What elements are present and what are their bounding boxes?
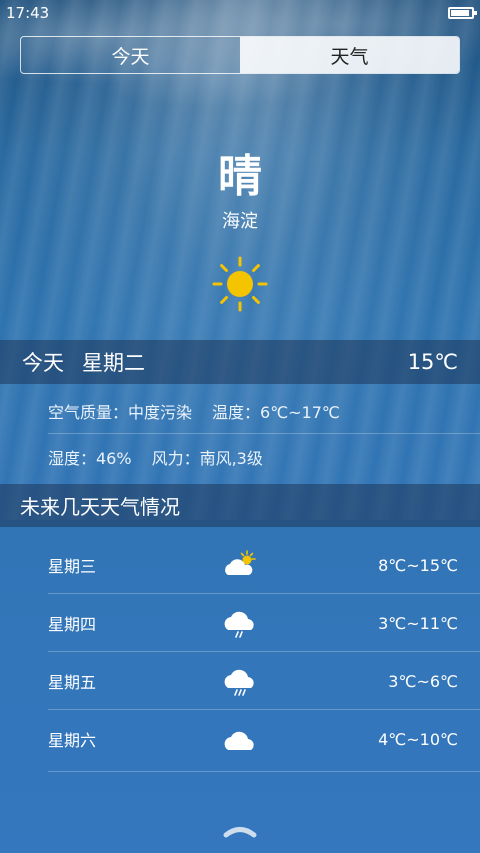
temperature-range: 温度：6℃~17℃ xyxy=(212,403,340,422)
district-name: 海淀 xyxy=(222,211,258,232)
current-temperature: 15℃ xyxy=(407,350,458,374)
detail-row-air: 空气质量：中度污染 温度：6℃~17℃ xyxy=(48,388,458,434)
forecast-day: 星期三 xyxy=(48,557,97,576)
chevron-up-icon[interactable] xyxy=(223,824,257,838)
detail-row-humidity: 湿度：46% 风力：南风,3级 xyxy=(48,434,458,480)
weather-condition: 晴 xyxy=(218,151,262,202)
forecast-temp: 3℃~6℃ xyxy=(388,671,458,691)
forecast-row: 星期四 3℃~11℃ xyxy=(48,594,458,652)
today-summary-bar: 今天 星期二 15℃ xyxy=(0,340,480,384)
cloud-icon xyxy=(224,731,254,750)
forecast-temp: 8℃~15℃ xyxy=(378,555,458,575)
forecast-day: 星期四 xyxy=(48,615,97,634)
tab-bar: 今天 天气 xyxy=(20,36,460,74)
forecast-row: 星期三 8℃~15℃ xyxy=(48,536,458,594)
tab-weather[interactable]: 天气 xyxy=(240,37,459,73)
divider xyxy=(48,771,480,772)
status-time: 17:43 xyxy=(6,4,50,22)
air-quality: 空气质量：中度污染 xyxy=(48,403,193,422)
battery-icon xyxy=(448,7,477,19)
forecast-day: 星期六 xyxy=(48,731,97,750)
forecast-header: 未来几天天气情况 xyxy=(0,484,480,527)
sun-icon xyxy=(212,256,268,312)
today-weekday: 星期二 xyxy=(82,351,145,375)
partly-cloudy-icon xyxy=(225,550,256,575)
humidity: 湿度：46% xyxy=(48,449,132,468)
forecast-row: 星期六 4℃~10℃ xyxy=(48,710,458,768)
forecast-row: 星期五 3℃~6℃ xyxy=(48,652,458,710)
rain-cloud-icon xyxy=(224,611,254,638)
forecast-title: 未来几天天气情况 xyxy=(20,495,180,519)
rain-cloud-icon xyxy=(224,669,254,696)
wind: 风力：南风,3级 xyxy=(151,449,263,468)
forecast-temp: 4℃~10℃ xyxy=(378,729,458,749)
status-bar: 17:43 xyxy=(0,0,480,26)
tab-today[interactable]: 今天 xyxy=(21,37,240,73)
today-label: 今天 xyxy=(22,351,64,375)
forecast-day: 星期五 xyxy=(48,673,97,692)
forecast-temp: 3℃~11℃ xyxy=(378,613,458,633)
